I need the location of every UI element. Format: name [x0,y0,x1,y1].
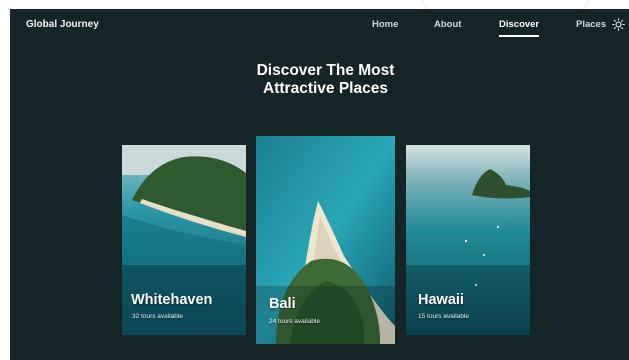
page-title-line-2: Attractive Places [263,80,388,97]
card-title: Hawaii [418,292,464,308]
nav-places[interactable]: Places [576,19,606,30]
page-title-line-1: Discover The Most [256,62,395,79]
nav-home[interactable]: Home [372,19,398,30]
nav-about[interactable]: About [434,19,461,30]
card-title: Whitehaven [131,292,213,308]
app-frame: Global Journey Home About Discover Place… [10,9,629,360]
destination-card-bali[interactable]: Bali 24 tours available [256,136,395,344]
card-subtitle: 24 tours available [269,318,320,325]
destination-card-hawaii[interactable]: Hawaii 15 tours available [406,145,530,335]
card-subtitle: 32 tours available [132,313,183,320]
bali-photo [256,136,395,344]
nav-discover[interactable]: Discover [499,19,539,30]
page-title: Discover The Most Attractive Places [210,62,441,98]
destination-card-whitehaven[interactable]: Whitehaven 32 tours available [122,145,246,335]
card-title: Bali [269,296,296,312]
card-subtitle: 15 tours available [418,313,469,320]
sun-icon[interactable] [612,18,625,31]
brand-logo[interactable]: Global Journey [26,19,99,30]
active-nav-indicator [499,35,539,37]
